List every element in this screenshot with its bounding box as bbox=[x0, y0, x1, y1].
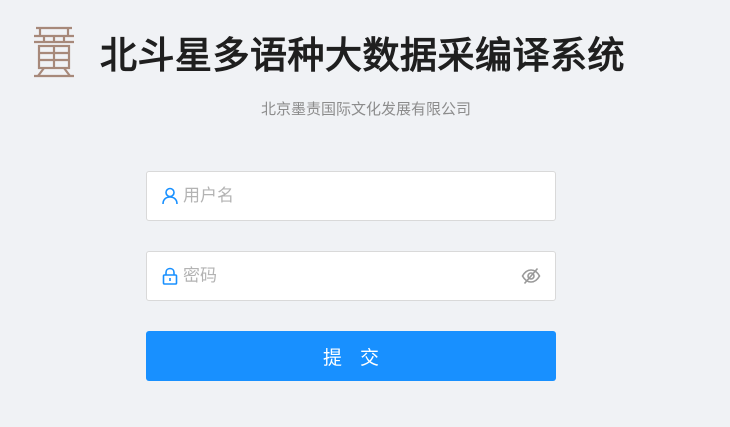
submit-button[interactable]: 提 交 bbox=[146, 331, 556, 381]
password-input[interactable] bbox=[183, 252, 513, 300]
eye-off-icon[interactable] bbox=[521, 266, 541, 286]
page-title: 北斗星多语种大数据采编译系统 bbox=[100, 34, 625, 77]
lock-icon bbox=[162, 267, 178, 285]
seal-logo-icon bbox=[34, 26, 74, 78]
username-input[interactable] bbox=[183, 172, 513, 220]
user-icon bbox=[162, 187, 178, 205]
username-field[interactable] bbox=[146, 171, 556, 221]
password-field[interactable] bbox=[146, 251, 556, 301]
company-name: 北京墨责国际文化发展有限公司 bbox=[260, 100, 471, 118]
